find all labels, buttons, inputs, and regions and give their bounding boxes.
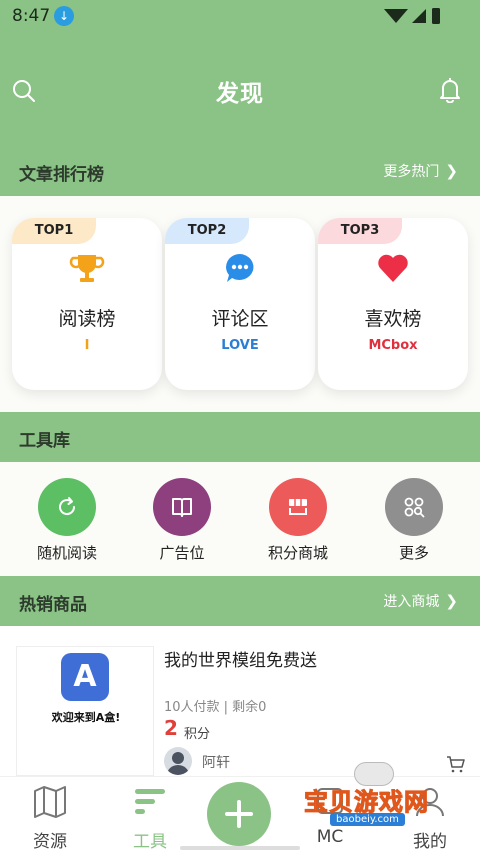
add-button[interactable]	[207, 782, 271, 846]
rank-sub: I	[84, 338, 90, 353]
goods-meta: 10人付款 | 剩余0	[164, 700, 267, 715]
avatar[interactable]	[164, 747, 192, 775]
watermark-url: baobeiy.com	[330, 813, 405, 826]
watermark: 宝贝游戏网 baobeiy.com	[304, 762, 450, 832]
tool-label: 更多	[398, 544, 429, 562]
tool-circle	[38, 478, 96, 536]
plus-icon	[225, 800, 253, 828]
tool-label: 随机阅读	[36, 544, 97, 562]
trophy-icon	[69, 255, 105, 282]
section-title: 热销商品	[19, 595, 87, 615]
book-icon	[172, 498, 192, 517]
goods-price: 2	[164, 716, 178, 740]
chevron-right-icon: ❯	[445, 592, 458, 610]
goods-thumbnail[interactable]: A 欢迎来到A盒!	[16, 646, 154, 776]
home-indicator	[180, 846, 300, 850]
more-hot-label: 更多热门	[383, 164, 440, 180]
tool-ad-slot[interactable]: 广告位	[132, 478, 232, 568]
status-time: 8:47	[12, 6, 51, 26]
hot-goods-header: 热销商品 进入商城 ❯	[0, 576, 480, 626]
article-rank-cards: TOP1 阅读榜 I TOP2 评论区 LOVE TOP3 喜欢榜 MCbox	[0, 196, 480, 412]
rank-card-read[interactable]: TOP1 阅读榜 I	[12, 218, 162, 390]
thumbnail-welcome: 欢迎来到A盒!	[51, 711, 121, 724]
tool-more[interactable]: 更多	[364, 478, 464, 568]
heart-icon	[378, 254, 408, 282]
rank-name: 喜欢榜	[364, 308, 422, 330]
tool-circle	[385, 478, 443, 536]
app-logo: A	[61, 653, 109, 701]
chevron-right-icon: ❯	[445, 162, 458, 180]
tab-label: 资源	[33, 832, 67, 852]
tab-resources[interactable]: 资源	[10, 785, 90, 852]
rank-card-like[interactable]: TOP3 喜欢榜 MCbox	[318, 218, 468, 390]
tool-label: 积分商城	[267, 544, 328, 562]
rank-name: 阅读榜	[58, 308, 116, 330]
goods-title[interactable]: 我的世界模组免费送	[164, 646, 317, 671]
enter-mall-label: 进入商城	[383, 594, 440, 610]
map-icon	[34, 786, 66, 818]
watermark-text: 宝贝游戏网	[304, 788, 429, 817]
grid-search-icon	[404, 497, 425, 518]
status-bar: 8:47 ↓	[0, 0, 480, 34]
tool-random-read[interactable]: 随机阅读	[17, 478, 117, 568]
page-title: 发现	[216, 81, 264, 107]
tool-circle	[153, 478, 211, 536]
toolbox-grid: 随机阅读 广告位 积分商城 更多	[0, 462, 480, 576]
hot-goods-list: A 欢迎来到A盒! 我的世界模组免费送 10人付款 | 剩余0 2 积分 阿轩	[0, 626, 480, 776]
bell-icon[interactable]	[438, 77, 462, 103]
rank-card-comment[interactable]: TOP2 评论区 LOVE	[165, 218, 315, 390]
rank-name: 评论区	[211, 308, 269, 330]
section-title: 文章排行榜	[19, 165, 104, 185]
shop-icon	[289, 499, 307, 515]
refresh-icon	[59, 497, 76, 516]
toolbox-header: 工具库	[0, 412, 480, 462]
section-title: 工具库	[19, 431, 70, 451]
tab-label: 工具	[133, 832, 167, 852]
rank-sub: MCbox	[368, 338, 418, 353]
goods-price-unit: 积分	[184, 727, 211, 742]
app-header: 发现	[0, 34, 480, 154]
system-status-icons	[384, 8, 440, 24]
more-hot-link[interactable]: 更多热门 ❯	[383, 161, 458, 181]
download-icon: ↓	[54, 6, 74, 26]
tools-icon	[135, 789, 165, 814]
tool-circle	[269, 478, 327, 536]
tool-label: 广告位	[159, 544, 205, 562]
rank-tag: TOP3	[318, 218, 402, 244]
comment-icon	[226, 254, 254, 282]
article-rank-header: 文章排行榜 更多热门 ❯	[0, 146, 480, 196]
tool-points-mall[interactable]: 积分商城	[248, 478, 348, 568]
goods-author: 阿轩	[202, 755, 230, 771]
rank-tag: TOP1	[12, 218, 96, 244]
rank-tag: TOP2	[165, 218, 249, 244]
avatar-image	[167, 752, 189, 775]
enter-mall-link[interactable]: 进入商城 ❯	[383, 591, 458, 611]
rank-sub: LOVE	[221, 338, 259, 353]
tab-tools[interactable]: 工具	[110, 785, 190, 852]
